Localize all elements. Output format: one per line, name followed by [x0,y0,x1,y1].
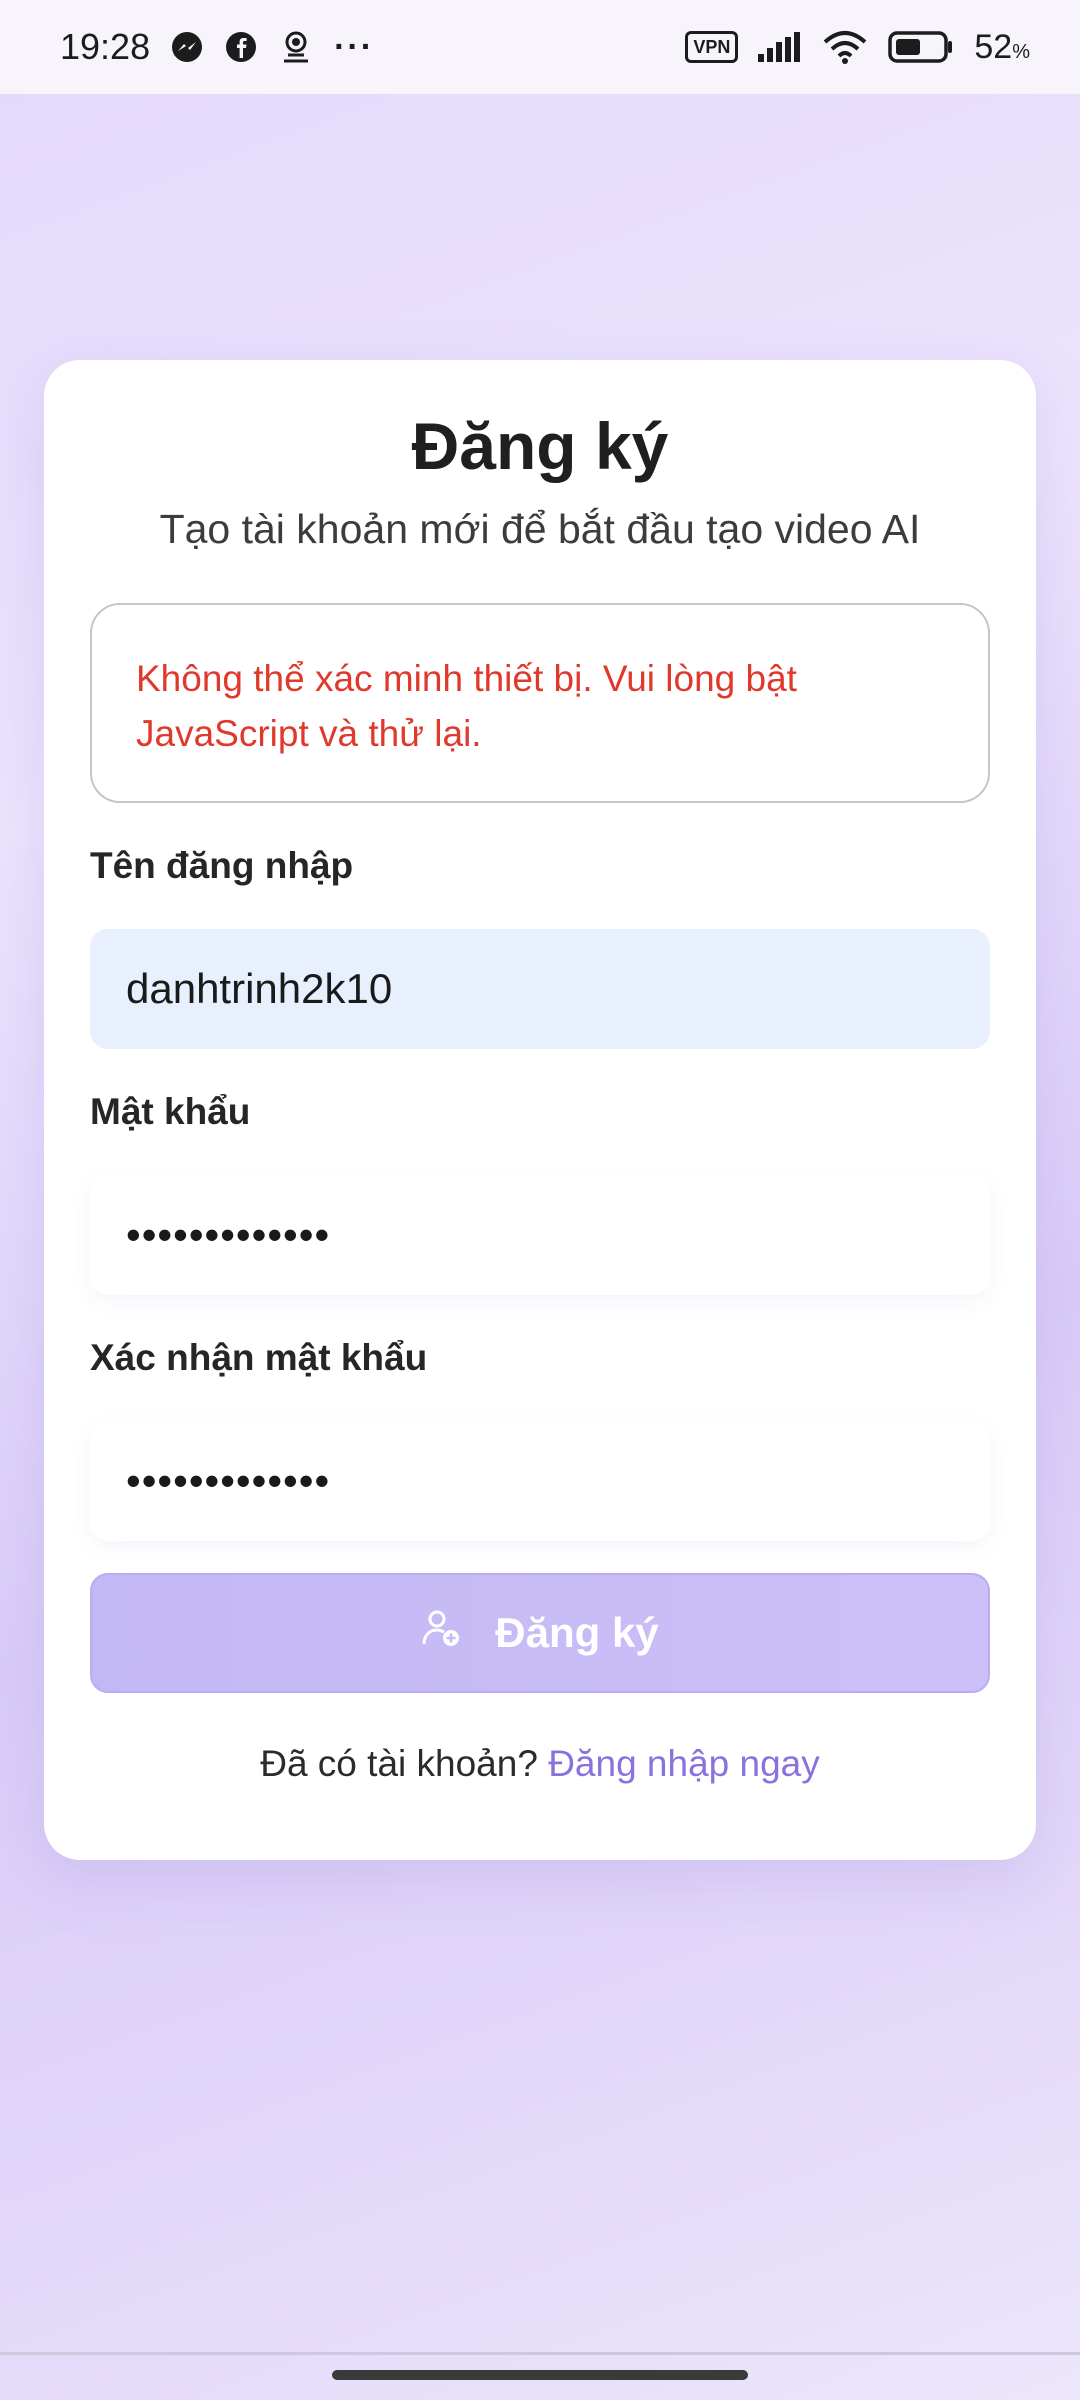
error-message: Không thể xác minh thiết bị. Vui lòng bậ… [136,658,797,754]
login-question: Đã có tài khoản? [260,1743,538,1784]
error-alert: Không thể xác minh thiết bị. Vui lòng bậ… [90,603,990,803]
more-icon: ··· [334,27,375,66]
battery-percent: 52% [974,27,1030,66]
messenger-icon [170,30,204,64]
confirm-password-label: Xác nhận mật khẩu [90,1337,428,1378]
username-label: Tên đăng nhập [90,845,354,886]
add-user-icon [421,1608,461,1658]
username-input[interactable]: danhtrinh2k10 [90,929,990,1049]
register-button-label: Đăng ký [495,1609,659,1656]
wifi-icon [822,30,868,64]
password-label: Mật khẩu [90,1091,251,1132]
battery-icon [888,31,954,63]
spy-icon [278,29,314,65]
vpn-icon: VPN [685,31,739,63]
register-button[interactable]: Đăng ký [90,1573,990,1693]
home-indicator[interactable] [332,2370,748,2380]
page-subtitle: Tạo tài khoản mới để bắt đầu tạo video A… [159,506,921,552]
status-time: 19:28 [60,26,151,67]
signal-icon [758,32,802,62]
status-bar: 19:28 ··· VPN 52% [0,0,1080,94]
password-input[interactable]: ••••••••••••• [90,1175,990,1295]
login-link[interactable]: Đăng nhập ngay [548,1743,820,1784]
confirm-password-input[interactable]: ••••••••••••• [90,1421,990,1541]
facebook-icon [224,30,258,64]
register-card: Đăng ký Tạo tài khoản mới để bắt đầu tạo… [44,360,1036,1860]
page-title: Đăng ký [411,409,669,483]
nav-divider [0,2352,1080,2355]
login-prompt: Đã có tài khoản? Đăng nhập ngay [90,1743,990,1785]
